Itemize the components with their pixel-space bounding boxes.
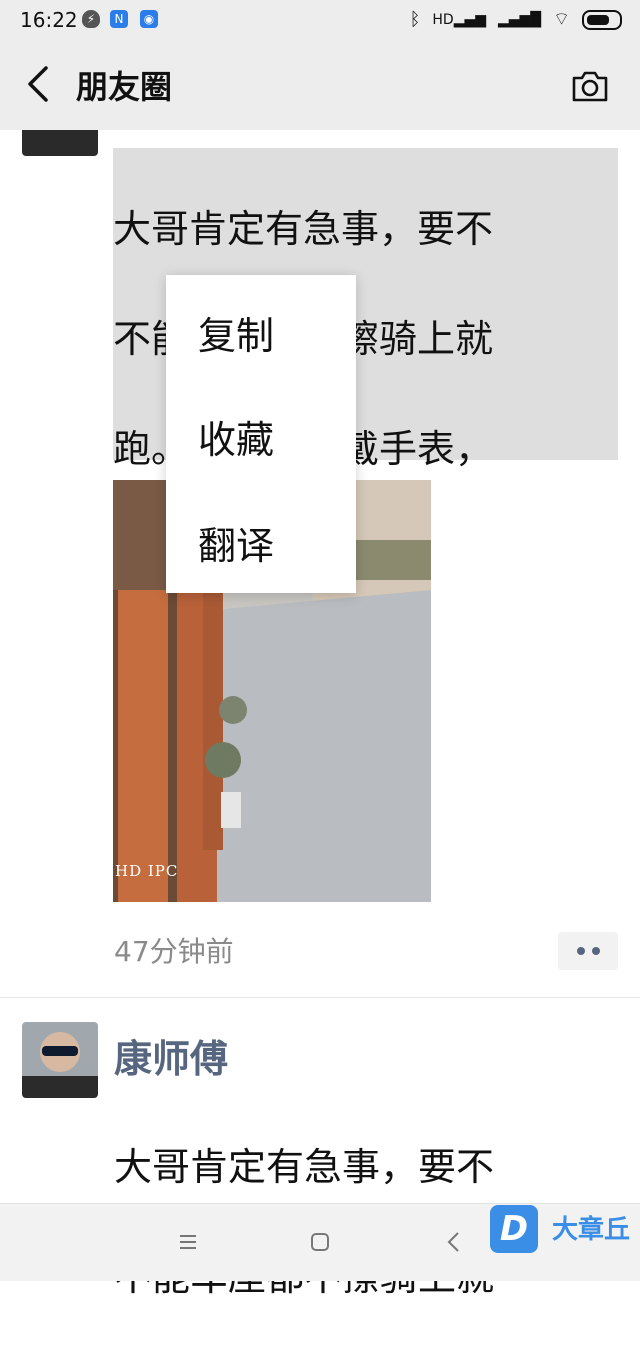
divider: [0, 997, 640, 998]
post-text-line: 大哥肯定有急事，要不: [113, 207, 494, 251]
camera-icon[interactable]: [570, 66, 610, 106]
home-icon[interactable]: [308, 1230, 332, 1254]
more-actions-button[interactable]: [558, 932, 618, 970]
chevron-left-icon[interactable]: [20, 62, 60, 106]
post-text-line: 大哥肯定有急事，要不: [114, 1145, 495, 1189]
top-bar: 朋友圈: [0, 40, 640, 130]
page-title: 朋友圈: [76, 68, 173, 106]
back-icon[interactable]: [442, 1230, 466, 1254]
post-timestamp: 47分钟前: [114, 935, 234, 968]
context-menu: 复制 收藏 翻译: [166, 275, 356, 593]
moments-feed: 大哥肯定有急事，要不 不能车座都不擦骑上就 跑。浓眉大眼戴手表， 一看就不了。大…: [0, 0, 640, 1299]
menu-item-favorite[interactable]: 收藏: [198, 409, 274, 464]
menu-item-translate[interactable]: 翻译: [198, 515, 274, 570]
menu-item-copy[interactable]: 复制: [198, 305, 274, 360]
dot-icon: [591, 947, 600, 955]
watermark-text: 大章丘: [552, 1215, 631, 1245]
video-overlay-label: HD IPC: [115, 862, 179, 880]
post-author-name[interactable]: 康师傅: [114, 1028, 228, 1083]
watermark-logo: D 大章丘: [490, 1205, 640, 1257]
menu-icon[interactable]: [176, 1230, 200, 1254]
avatar[interactable]: [22, 1022, 98, 1098]
dot-icon: [576, 947, 585, 955]
watermark-d-icon: D: [490, 1205, 538, 1253]
